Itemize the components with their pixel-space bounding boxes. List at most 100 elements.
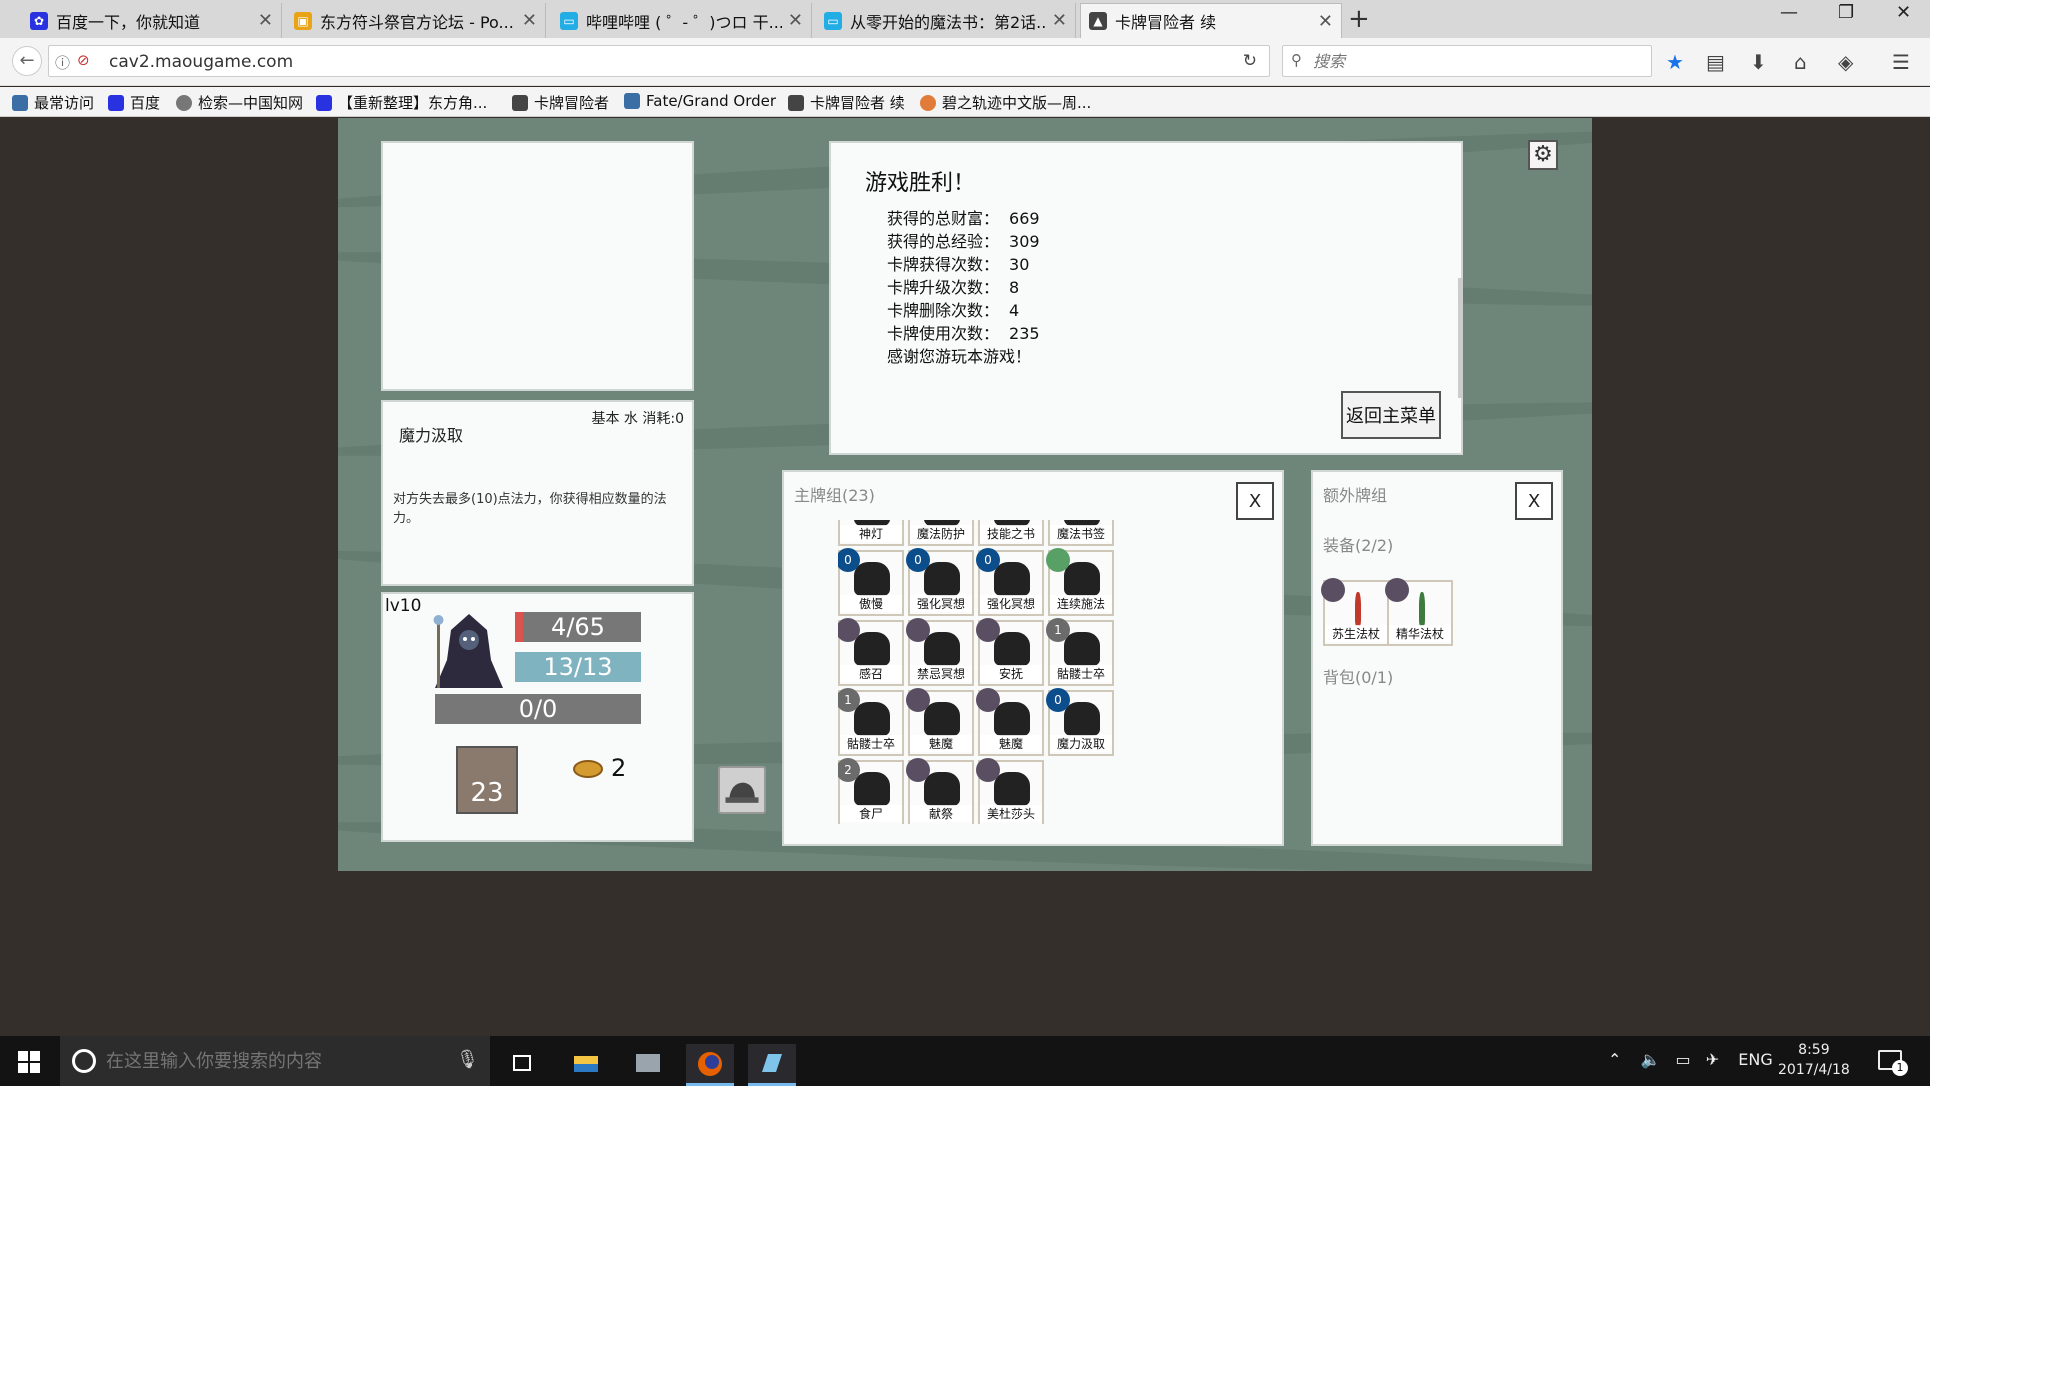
file-explorer-icon[interactable] <box>562 1044 610 1086</box>
volume-icon[interactable]: 🔈 <box>1641 1050 1661 1069</box>
search-input[interactable] <box>1313 50 1633 72</box>
deck-card[interactable]: 魅魔 <box>976 688 1044 756</box>
menu-hamburger-icon[interactable]: ☰ <box>1892 50 1910 74</box>
stat-total-exp: 获得的总经验： 309 <box>887 232 1040 251</box>
deck-card[interactable]: 感召 <box>838 618 904 686</box>
deck-card[interactable]: 1 骷髅士卒 <box>838 688 904 756</box>
moon-cost-badge <box>976 618 1000 642</box>
deck-card[interactable]: 0 魔力汲取 <box>1046 688 1114 756</box>
bookmarks-library-icon[interactable]: ▤ <box>1706 50 1725 74</box>
card-name: 魔力汲取 <box>399 426 464 445</box>
microphone-icon[interactable]: 🎙 <box>456 1049 479 1070</box>
restore-icon[interactable]: ❐ <box>1838 2 1854 23</box>
airplane-mode-icon[interactable]: ✈ <box>1706 1050 1719 1069</box>
bookmark-item[interactable]: 卡牌冒险者 续 <box>788 92 905 113</box>
return-main-menu-button[interactable]: 返回主菜单 <box>1341 391 1441 439</box>
taskbar-search-input[interactable] <box>106 1049 446 1073</box>
input-language[interactable]: ENG <box>1738 1050 1772 1069</box>
extra-deck-panel: 额外牌组 X 装备(2/2) 苏生法杖 精华法杖 背包(0/1) <box>1311 470 1563 846</box>
action-center-icon[interactable]: 1 <box>1878 1050 1908 1076</box>
browser-tab[interactable]: ▣ 东方符斗祭官方论坛 - Po... ✕ <box>286 3 546 38</box>
url-text[interactable]: cav2.maougame.com <box>109 52 293 72</box>
search-bar[interactable]: ⚲ <box>1282 45 1652 77</box>
dialog-scrollbar[interactable] <box>1458 278 1463 398</box>
chevron-up-icon[interactable]: ⌃ <box>1608 1050 1621 1069</box>
cortana-icon[interactable] <box>72 1049 96 1073</box>
blocked-plugin-icon[interactable]: ⊘ <box>77 51 90 69</box>
bookmark-item[interactable]: 检索—中国知网 <box>176 92 303 113</box>
bookmark-item[interactable]: 【重新整理】东方角... <box>316 92 487 113</box>
desktop-screen: ✿ 百度一下，你就知道 ✕ ▣ 东方符斗祭官方论坛 - Po... ✕ ▭ 哔哩… <box>0 0 1930 1086</box>
new-tab-button[interactable]: + <box>1348 4 1370 34</box>
settings-gear-icon[interactable]: ⚙ <box>1528 140 1558 170</box>
tab-close-icon[interactable]: ✕ <box>788 10 803 31</box>
browser-tab[interactable]: ▭ 从零开始的魔法书：第2话... ✕ <box>816 3 1076 38</box>
system-clock[interactable]: 8:59 2017/4/18 <box>1778 1040 1850 1080</box>
card-art-icon <box>1064 632 1100 666</box>
browser-tab-active[interactable]: ▲ 卡牌冒险者 续 ✕ <box>1080 3 1342 38</box>
url-bar[interactable]: ⓘ ⊘ cav2.maougame.com ↻ <box>48 45 1270 77</box>
bookmark-item[interactable]: 碧之轨迹中文版—周... <box>920 92 1091 113</box>
deck-card[interactable]: 技能之书 <box>978 520 1044 546</box>
tab-close-icon[interactable]: ✕ <box>258 10 273 31</box>
browser-tab[interactable]: ✿ 百度一下，你就知道 ✕ <box>22 3 282 38</box>
back-button[interactable]: ← <box>12 46 42 76</box>
deck-card[interactable]: 1 骷髅士卒 <box>1046 618 1114 686</box>
card-name: 连续施法 <box>1050 595 1112 612</box>
battery-icon[interactable]: ▭ <box>1676 1050 1691 1069</box>
deck-card[interactable]: 0 强化冥想 <box>906 548 974 616</box>
deck-card[interactable]: 2 食尸 <box>838 758 904 824</box>
home-icon[interactable]: ⌂ <box>1794 50 1807 74</box>
deck-pile[interactable]: 23 <box>456 746 518 814</box>
firefox-icon[interactable] <box>686 1044 734 1086</box>
close-window-icon[interactable]: ✕ <box>1896 2 1911 23</box>
windows-start-icon[interactable] <box>18 1051 40 1073</box>
notepad-app-icon[interactable] <box>748 1044 796 1086</box>
task-view-icon[interactable] <box>498 1044 546 1086</box>
browser-tab-bar: ✿ 百度一下，你就知道 ✕ ▣ 东方符斗祭官方论坛 - Po... ✕ ▭ 哔哩… <box>0 0 1930 38</box>
baidu-paw-icon: ✿ <box>30 11 48 30</box>
equipment-card[interactable]: 精华法杖 <box>1385 578 1453 646</box>
close-extra-deck-button[interactable]: X <box>1515 482 1553 520</box>
deck-card[interactable]: 美杜莎头 <box>976 758 1044 824</box>
equipment-card[interactable]: 苏生法杖 <box>1321 578 1389 646</box>
app-window-icon[interactable] <box>624 1044 672 1086</box>
bookmark-item[interactable]: Fate/Grand Order <box>624 92 776 110</box>
card-art-icon <box>854 632 890 666</box>
system-tray: ⌃ 🔈 ▭ ✈ ENG <box>1608 1050 1773 1069</box>
tab-label: 百度一下，你就知道 <box>56 12 201 32</box>
bookmark-star-icon[interactable]: ★ <box>1666 50 1684 74</box>
deck-card[interactable]: 魔法书签 <box>1048 520 1114 546</box>
close-main-deck-button[interactable]: X <box>1236 482 1274 520</box>
cnki-icon <box>176 94 192 111</box>
download-icon[interactable]: ⬇ <box>1750 50 1767 74</box>
baidu-paw-icon <box>108 94 124 111</box>
tab-close-icon[interactable]: ✕ <box>522 10 537 31</box>
reload-icon[interactable]: ↻ <box>1243 51 1257 71</box>
tab-close-icon[interactable]: ✕ <box>1052 10 1067 31</box>
bookmark-item[interactable]: 最常访问 <box>12 92 94 113</box>
bilibili-icon: ▭ <box>560 11 578 30</box>
card-name: 神灯 <box>840 525 902 542</box>
deck-card[interactable]: 安抚 <box>976 618 1044 686</box>
deck-card[interactable]: 魔法防护 <box>908 520 974 546</box>
deck-card[interactable]: 禁忌冥想 <box>906 618 974 686</box>
taskbar-search[interactable]: 🎙 <box>60 1036 490 1086</box>
pocket-icon[interactable]: ◈ <box>1838 50 1853 74</box>
main-deck-panel: 主牌组(23) X 神灯魔法防护技能之书魔法书签老旧魔典0傲慢0强化冥想0强化冥… <box>782 470 1284 846</box>
game-area: 基本 水 消耗:0 魔力汲取 对方失去最多(10)点法力，你获得相应数量的法力。… <box>338 118 1592 871</box>
deck-card[interactable]: 魅魔 <box>906 688 974 756</box>
browser-tab[interactable]: ▭ 哔哩哔哩 ( ゜- ゜)つロ 干... ✕ <box>552 3 812 38</box>
deck-card[interactable]: 神灯 <box>838 520 904 546</box>
bookmark-item[interactable]: 百度 <box>108 92 160 113</box>
tab-close-icon[interactable]: ✕ <box>1318 11 1333 32</box>
deck-card[interactable]: 献祭 <box>906 758 974 824</box>
deck-card[interactable]: 0 强化冥想 <box>976 548 1044 616</box>
minimize-icon[interactable]: — <box>1780 2 1798 23</box>
deck-card[interactable]: 连续施法 <box>1046 548 1114 616</box>
ability-button[interactable] <box>718 766 766 814</box>
deck-card[interactable]: 0 傲慢 <box>838 548 904 616</box>
info-icon[interactable]: ⓘ <box>55 52 70 73</box>
card-name: 食尸 <box>840 805 902 822</box>
bookmark-item[interactable]: 卡牌冒险者 <box>512 92 609 113</box>
